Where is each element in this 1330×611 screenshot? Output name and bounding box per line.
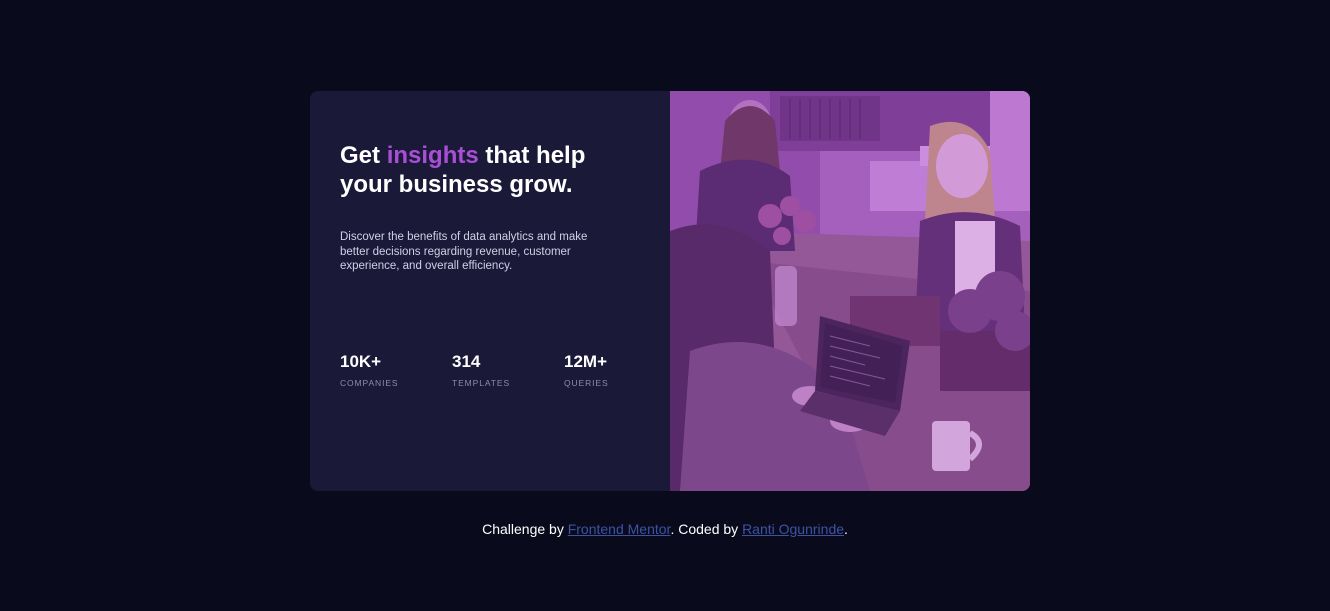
card-text-section: Get insights that help your business gro… — [310, 91, 670, 491]
people-working-at-table-photo — [670, 91, 1030, 491]
stat-value: 10K+ — [340, 352, 382, 371]
footer-middle: . Coded by — [670, 521, 743, 537]
stat-queries: 12M+ QUERIES — [564, 352, 609, 388]
headline: Get insights that help your business gro… — [340, 141, 630, 199]
stats-preview-card: Get insights that help your business gro… — [310, 91, 1030, 491]
attribution-footer: Challenge by Frontend Mentor. Coded by R… — [0, 520, 1330, 538]
stat-label: QUERIES — [564, 378, 609, 388]
stat-templates: 314 TEMPLATES — [452, 352, 510, 388]
footer-prefix: Challenge by — [482, 521, 568, 537]
stat-label: TEMPLATES — [452, 378, 511, 388]
stat-label: COMPANIES — [340, 378, 399, 388]
description-text: Discover the benefits of data analytics … — [340, 231, 588, 272]
headline-part1: Get — [340, 142, 387, 169]
footer-suffix: . — [844, 521, 848, 537]
stats-row: 10K+ COMPANIES 314 TEMPLATES 12M+ QUERIE… — [340, 352, 650, 392]
headline-accent: insights — [386, 142, 479, 169]
stat-value: 12M+ — [564, 352, 607, 371]
frontend-mentor-link[interactable]: Frontend Mentor — [568, 521, 671, 537]
stat-value: 314 — [452, 352, 481, 371]
author-link[interactable]: Ranti Ogunrinde — [742, 521, 844, 537]
stat-companies: 10K+ COMPANIES — [340, 352, 398, 388]
